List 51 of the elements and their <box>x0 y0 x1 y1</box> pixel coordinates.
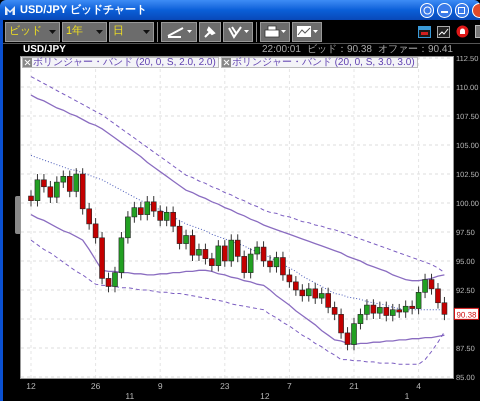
close-button[interactable] <box>472 2 480 18</box>
x-axis-label: 23 <box>220 381 230 391</box>
minimize-icon <box>440 10 448 12</box>
fork-icon <box>227 24 243 38</box>
caret-icon <box>49 30 56 34</box>
month-label: 11 <box>125 391 134 401</box>
close-icon[interactable] <box>23 58 32 67</box>
offer-label: オファー：90.41 <box>378 45 453 55</box>
minimize-button[interactable] <box>437 2 452 18</box>
chart-image-button[interactable] <box>292 22 322 42</box>
x-axis-label: 9 <box>158 381 163 391</box>
x-axis-label: 26 <box>90 381 100 391</box>
print-button[interactable] <box>260 22 290 42</box>
legend-label: ボリンジャー・バンド (20, 0, S, 2.0, 2.0) <box>33 58 216 68</box>
caret-icon <box>281 30 286 33</box>
pin-button[interactable] <box>199 22 221 42</box>
panel-handle[interactable] <box>15 196 20 234</box>
x-axis-label: 7 <box>287 381 292 391</box>
month-label: 1 <box>404 391 410 401</box>
caret-icon <box>313 30 318 33</box>
x-axis-label: 21 <box>349 381 359 391</box>
pitchfork-button[interactable] <box>223 22 253 42</box>
caret-icon <box>186 30 192 33</box>
app-logo-icon <box>4 4 16 16</box>
printer-icon <box>264 25 280 38</box>
draw-line-button[interactable] <box>161 22 197 42</box>
time-label: 22:00:01 <box>262 45 301 55</box>
dropdown[interactable]: 日 <box>109 22 154 42</box>
maximize-button[interactable] <box>454 2 469 18</box>
window-title: USD/JPY ビッドチャート <box>20 4 147 16</box>
caret-icon <box>244 30 249 33</box>
maximize-icon <box>458 6 466 14</box>
x-axis-label: 4 <box>416 381 421 391</box>
dropdown[interactable]: ビッド <box>5 22 60 42</box>
symbol-label: USD/JPY <box>23 45 66 55</box>
caret-icon <box>143 30 150 34</box>
image-icon <box>296 25 312 38</box>
legend-label: ボリンジャー・バンド (20, 0, S, 3.0, 3.0) <box>232 58 415 68</box>
pin-icon <box>203 24 217 38</box>
close-icon[interactable] <box>222 58 231 67</box>
help-button[interactable] <box>420 2 434 18</box>
x-axis-label: 12 <box>26 381 36 391</box>
line-tool-icon <box>166 24 184 38</box>
window-layout-icon[interactable] <box>418 26 431 38</box>
dropdown[interactable]: 1年 <box>62 22 107 42</box>
price-tag: 90.38 <box>454 308 479 320</box>
line-chart-icon[interactable] <box>437 26 450 38</box>
month-label: 12 <box>260 391 270 401</box>
bid-label: ビッド：90.38 <box>306 45 372 55</box>
bell-icon[interactable] <box>456 25 469 38</box>
caret-icon <box>96 30 103 34</box>
